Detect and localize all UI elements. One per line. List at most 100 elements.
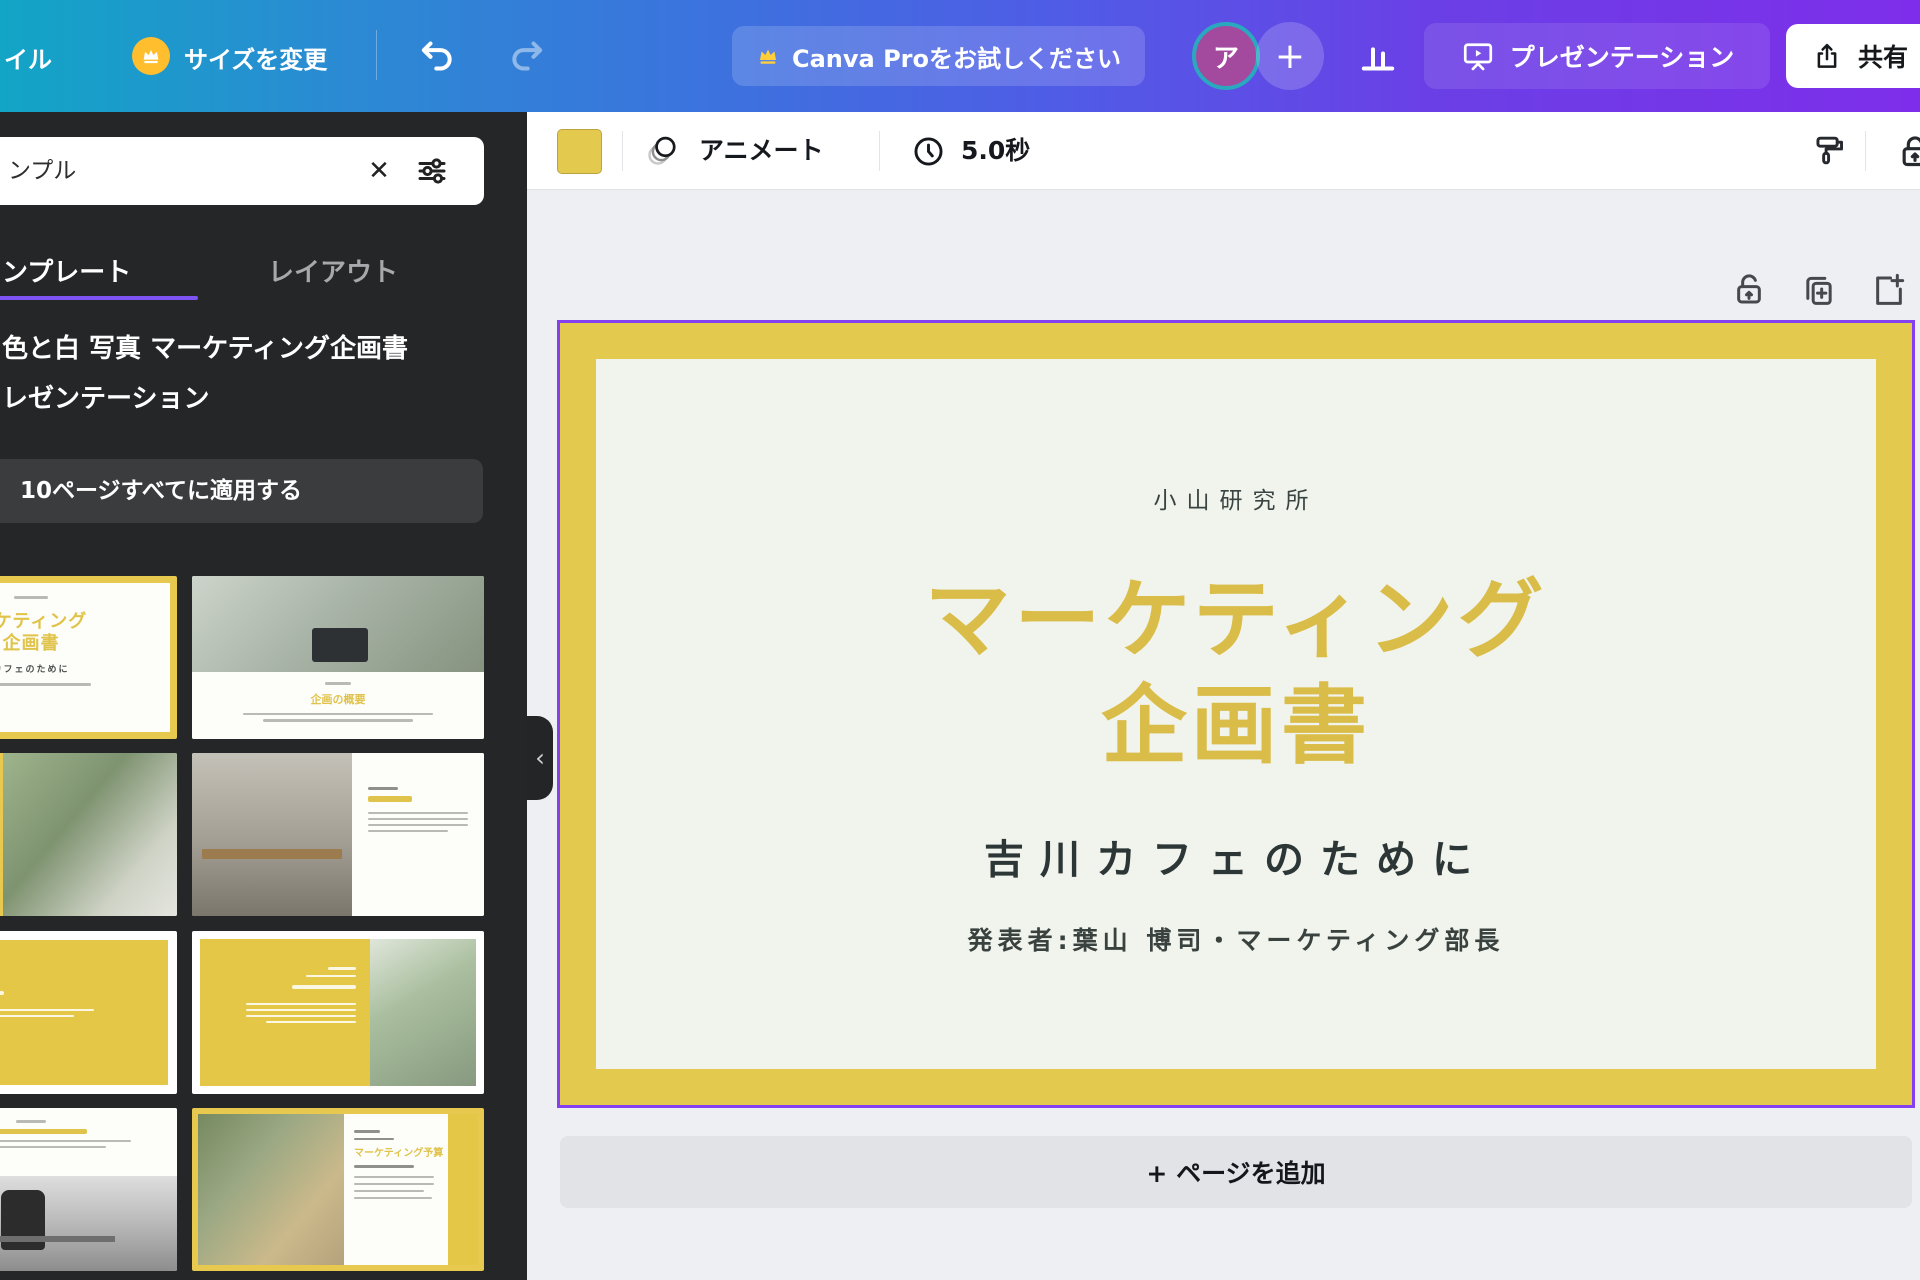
text-line: [0, 1009, 94, 1011]
template-heading: 色と白 写真 マーケティング企画書 レゼンテーション: [2, 324, 482, 424]
text-line: [368, 818, 468, 820]
sidebar-collapse-handle[interactable]: ‹: [527, 716, 553, 800]
filter-icon[interactable]: [414, 153, 450, 189]
thumbnail-template-5[interactable]: [0, 931, 177, 1094]
laptop-shape: [312, 628, 368, 662]
bar-chart-icon: [1358, 36, 1398, 76]
slide-company-text[interactable]: 小山研究所: [1154, 481, 1319, 515]
thumbnail-template-8[interactable]: マーケティング予算: [192, 1108, 484, 1271]
share-button[interactable]: 共有: [1786, 24, 1920, 88]
apply-all-pages-button[interactable]: 10ページすべてに適用する: [0, 459, 483, 523]
thumbnail-7-photo: [0, 1176, 177, 1271]
unlock-page-icon[interactable]: [1729, 270, 1769, 310]
slide-presenter-text[interactable]: 発表者:葉山 博司・マーケティング部長: [968, 921, 1505, 957]
resize-button[interactable]: サイズを変更: [184, 40, 327, 75]
text-line: [354, 1138, 394, 1141]
text-line: [16, 1120, 46, 1123]
thumbnail-4-photo: [192, 753, 352, 916]
thumbnail-4-body: [352, 753, 484, 916]
present-button[interactable]: プレゼンテーション: [1424, 23, 1770, 89]
slide-content: 小山研究所 マーケティング 企画書 吉川カフェのために 発表者:葉山 博司・マー…: [596, 359, 1876, 1069]
undo-button[interactable]: [418, 36, 458, 76]
text-line: [0, 683, 91, 686]
thumbnail-8-title: マーケティング予算: [354, 1144, 448, 1159]
thumbnail-7-header: [0, 1108, 177, 1176]
toolbar-divider: [879, 131, 880, 171]
invite-plus-button[interactable]: +: [1256, 22, 1324, 90]
tab-templates[interactable]: ンプレート: [2, 252, 131, 289]
text-line: [14, 596, 48, 599]
background-color-swatch[interactable]: [557, 129, 602, 174]
duration-clock-icon[interactable]: [911, 134, 946, 169]
slide-title-line-1: マーケティング: [924, 567, 1547, 673]
text-line: [354, 1183, 434, 1185]
add-page-button[interactable]: + ページを追加: [560, 1136, 1912, 1208]
thumbnail-1-title-2: 企画書: [3, 633, 60, 655]
search-input[interactable]: ンプル: [8, 137, 76, 205]
text-line: [292, 985, 356, 989]
thumbnail-1-inner: ーケティング 企画書 カフェのために: [0, 583, 170, 732]
canva-pro-trial-button[interactable]: Canva Proをお試しください: [732, 26, 1145, 86]
thumbnail-3-photo: [3, 753, 177, 916]
text-line: [246, 1003, 356, 1005]
text-line: [246, 1009, 356, 1011]
file-menu[interactable]: イル: [4, 40, 52, 75]
text-line: [354, 1130, 380, 1133]
thumbnail-template-4[interactable]: [192, 753, 484, 916]
thumbnail-6-photo: [370, 939, 476, 1086]
chevron-left-icon: ‹: [535, 744, 545, 772]
pro-button-label: Canva Proをお試しください: [792, 39, 1121, 74]
slide-page-1[interactable]: 小山研究所 マーケティング 企画書 吉川カフェのために 発表者:葉山 博司・マー…: [560, 323, 1912, 1105]
tab-layouts[interactable]: レイアウト: [268, 252, 398, 289]
sidebar: ンプル ✕ ンプレート レイアウト 色と白 写真 マーケティング企画書 レゼンテ…: [0, 112, 527, 1280]
crown-icon: [756, 44, 780, 68]
text-line: [354, 1197, 432, 1199]
text-line: [328, 967, 356, 970]
thumbnail-template-7[interactable]: [0, 1108, 177, 1271]
animate-button-icon[interactable]: [643, 132, 681, 170]
slide-subtitle[interactable]: 吉川カフェのために: [984, 827, 1488, 885]
text-line: [0, 991, 4, 995]
avatar[interactable]: ア: [1192, 22, 1260, 90]
thumbnail-6-inner: [200, 939, 476, 1086]
paint-roller-icon[interactable]: [1811, 132, 1848, 169]
topbar-divider: [376, 30, 377, 80]
duration-button[interactable]: 5.0秒: [961, 112, 1030, 190]
heading-line-2: レゼンテーション: [2, 374, 482, 424]
text-line: [325, 682, 351, 685]
toolbar-divider: [1865, 131, 1866, 171]
text-line: [368, 824, 468, 826]
presentation-icon: [1460, 38, 1496, 74]
active-tab-underline: [0, 296, 198, 300]
text-line: [368, 812, 468, 814]
lock-icon[interactable]: [1895, 132, 1920, 170]
slide-title[interactable]: マーケティング 企画書: [924, 567, 1547, 779]
thumbnail-template-2[interactable]: 企画の概要: [192, 576, 484, 739]
thumbnail-template-3[interactable]: [0, 753, 177, 916]
slide-title-line-2: 企画書: [924, 673, 1547, 779]
insights-button[interactable]: [1352, 30, 1404, 82]
text-line: [306, 975, 356, 978]
thumbnail-template-6[interactable]: [192, 931, 484, 1094]
text-line: [354, 1165, 414, 1168]
yellow-title-line: [368, 796, 412, 802]
slide-selection-frame[interactable]: 小山研究所 マーケティング 企画書 吉川カフェのために 発表者:葉山 博司・マー…: [557, 320, 1915, 1108]
heading-line-1: 色と白 写真 マーケティング企画書: [2, 324, 482, 374]
search-box[interactable]: ンプル ✕: [0, 137, 484, 205]
toolbar-divider: [622, 131, 623, 171]
animate-button[interactable]: アニメート: [699, 112, 824, 190]
text-line: [0, 1146, 106, 1148]
clear-search-icon[interactable]: ✕: [358, 137, 400, 205]
canvas-toolbar: アニメート 5.0秒: [527, 112, 1920, 190]
text-line: [266, 1021, 356, 1023]
duplicate-page-icon[interactable]: [1799, 270, 1839, 310]
top-bar: イル サイズを変更 Canva Proをお試しください ア + プレゼンテーショ…: [0, 0, 1920, 112]
thumbnail-2-body: 企画の概要: [192, 672, 484, 739]
desk-shape: [0, 1236, 115, 1242]
thumbnail-1-title-1: ーケティング: [0, 611, 87, 633]
share-button-label: 共有: [1858, 38, 1908, 74]
thumbnail-8-photo: [198, 1114, 344, 1265]
add-page-icon[interactable]: [1868, 270, 1908, 310]
thumbnail-template-1[interactable]: ーケティング 企画書 カフェのために: [0, 576, 177, 739]
redo-button[interactable]: [506, 36, 546, 76]
